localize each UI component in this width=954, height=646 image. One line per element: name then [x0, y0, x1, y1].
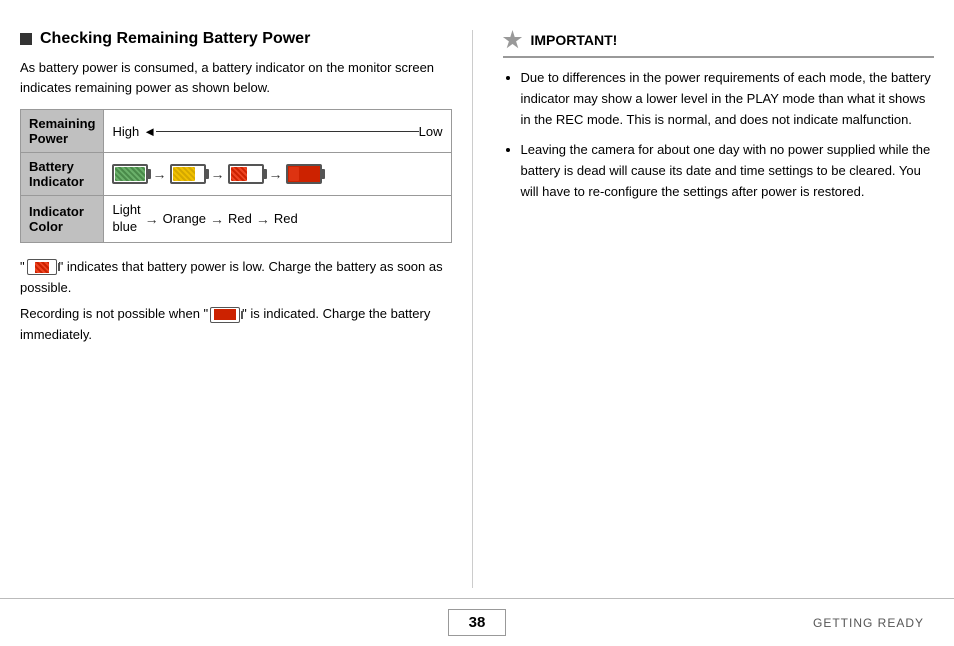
indicator-color-header: IndicatorColor — [21, 196, 104, 243]
color-red2: Red — [274, 211, 298, 226]
indicator-color-row: IndicatorColor Lightblue → Orange → Red … — [21, 196, 452, 243]
arrow3: → — [268, 166, 282, 182]
battery-vlow-fill — [289, 167, 299, 181]
note2: Recording is not possible when "" is ind… — [20, 304, 452, 346]
footer-label: GETTING READY — [813, 616, 924, 630]
arrow2: → — [210, 166, 224, 182]
battery-indicator-content: → → → — [104, 153, 451, 196]
battery-icon-low — [228, 164, 264, 184]
battery-inline-vlow-icon — [210, 307, 240, 323]
color-arrow3: → — [256, 211, 270, 227]
right-column: IMPORTANT! Due to differences in the pow… — [493, 30, 935, 588]
color-orange: Orange — [163, 211, 206, 226]
intro-text: As battery power is consumed, a battery … — [20, 58, 452, 97]
battery-mid-fill — [173, 167, 195, 181]
battery-icon-full — [112, 164, 148, 184]
battery-inline-vlow-fill — [214, 309, 236, 320]
battery-indicator-header: BatteryIndicator — [21, 153, 104, 196]
high-label: High — [112, 124, 139, 139]
battery-icons-group: → → → — [112, 164, 442, 184]
color-arrow2: → — [210, 211, 224, 227]
important-bullet-2: Leaving the camera for about one day wit… — [521, 140, 935, 202]
section-title-text: Checking Remaining Battery Power — [40, 30, 310, 48]
remaining-power-header: RemainingPower — [21, 110, 104, 153]
battery-inline-low-fill — [35, 262, 49, 273]
note1: "" indicates that battery power is low. … — [20, 257, 452, 299]
indicator-color-content: Lightblue → Orange → Red → Red — [104, 196, 451, 243]
important-header: IMPORTANT! — [503, 30, 935, 58]
left-column: Checking Remaining Battery Power As batt… — [20, 30, 473, 588]
battery-indicator-row: BatteryIndicator → → — [21, 153, 452, 196]
color-red1: Red — [228, 211, 252, 226]
important-list: Due to differences in the power requirem… — [503, 68, 935, 203]
color-arrow1: → — [145, 211, 159, 227]
important-title: IMPORTANT! — [531, 32, 618, 48]
battery-table: RemainingPower High ◄ Low BatteryIndicat… — [20, 109, 452, 243]
remaining-power-content: High ◄ Low — [104, 110, 451, 153]
star-icon — [503, 30, 523, 50]
color-lightblue: Lightblue — [112, 202, 140, 236]
color-sequence: Lightblue → Orange → Red → Red — [112, 202, 442, 236]
page-number: 38 — [448, 609, 507, 636]
battery-icon-vlow — [286, 164, 322, 184]
battery-full-fill — [115, 167, 145, 181]
page-footer: 38 GETTING READY — [0, 598, 954, 646]
low-label: Low — [419, 124, 443, 139]
battery-low-fill — [231, 167, 247, 181]
battery-inline-low-icon — [27, 259, 57, 275]
arrow1: → — [152, 166, 166, 182]
arrow-left: ◄ — [143, 124, 156, 139]
battery-icon-mid — [170, 164, 206, 184]
section-title: Checking Remaining Battery Power — [20, 30, 452, 48]
remaining-power-row: RemainingPower High ◄ Low — [21, 110, 452, 153]
section-square-icon — [20, 33, 32, 45]
important-box: IMPORTANT! Due to differences in the pow… — [503, 30, 935, 203]
important-bullet-1: Due to differences in the power requirem… — [521, 68, 935, 130]
power-arrow-line — [156, 131, 419, 132]
